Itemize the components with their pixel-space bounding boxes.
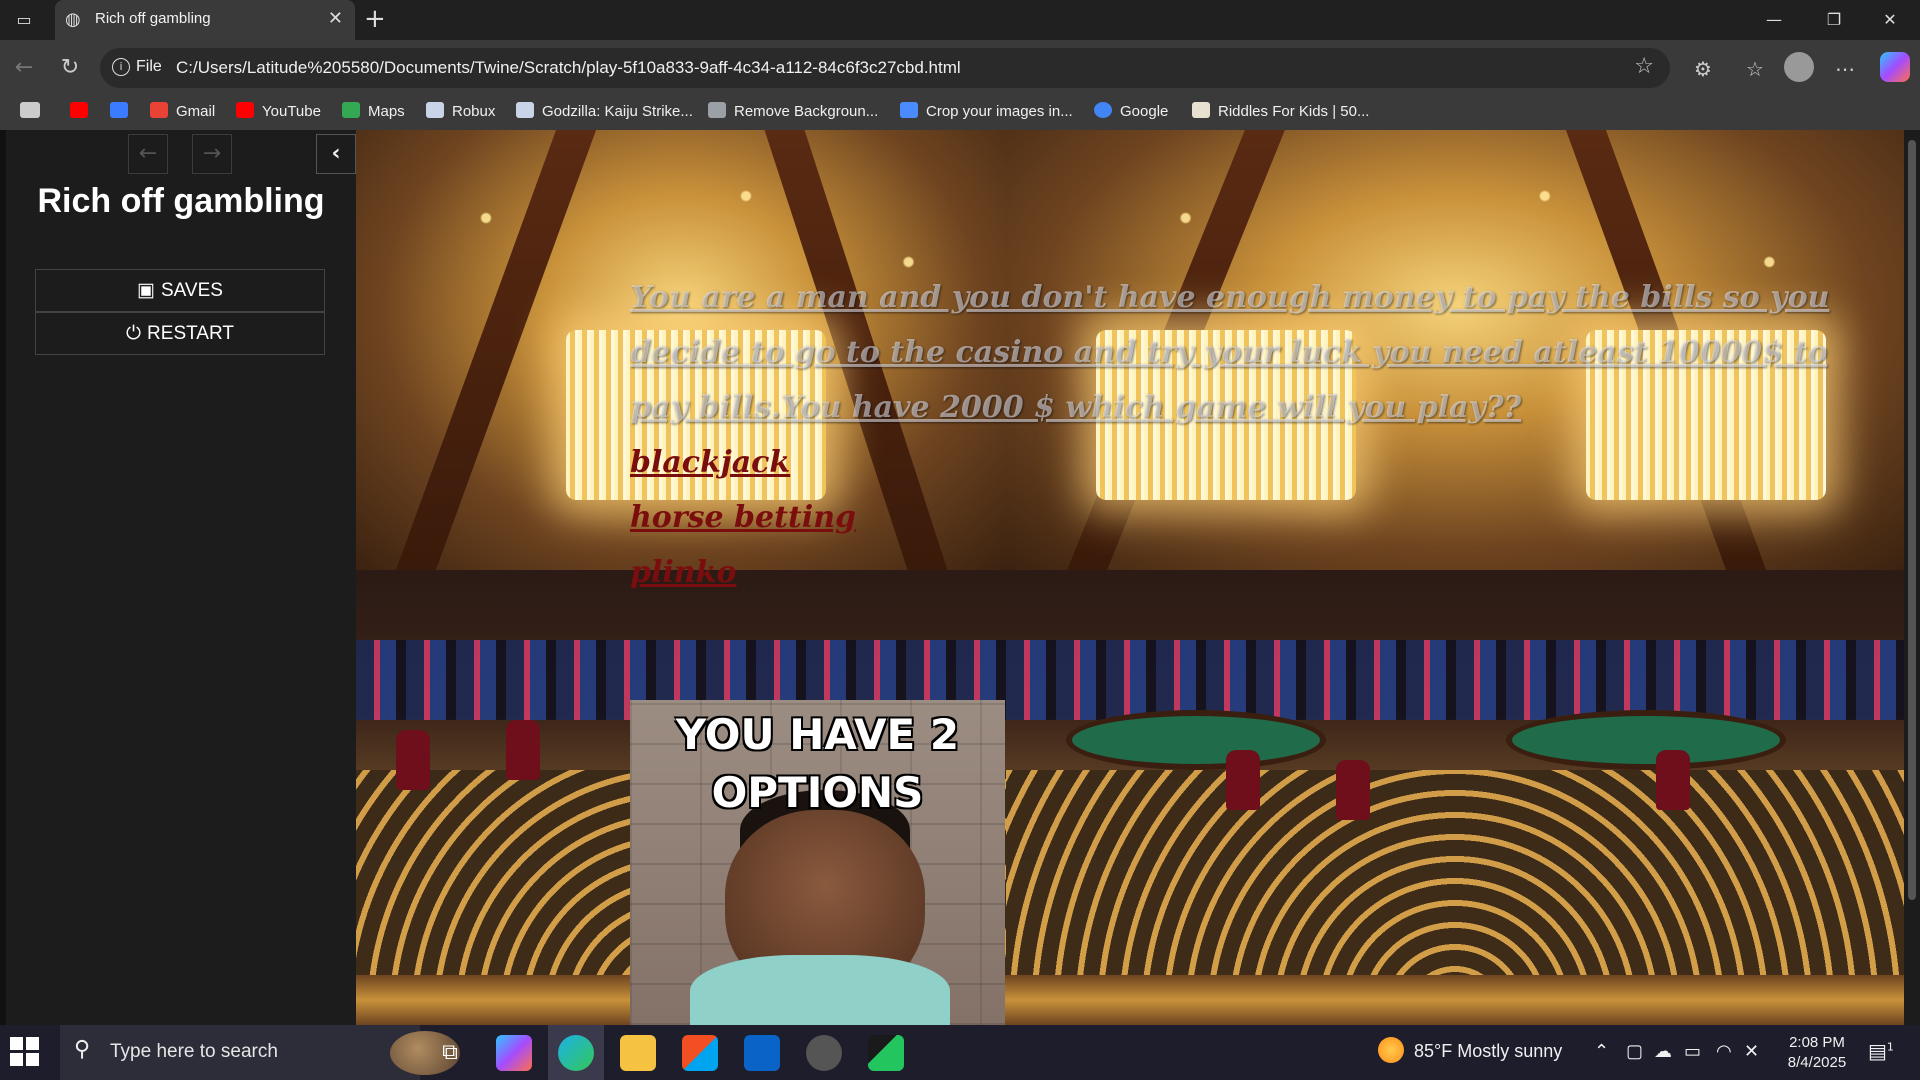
crop-icon [900,102,918,118]
bookmark-youtube[interactable]: YouTube [236,102,321,124]
twine-app-icon[interactable] [868,1035,904,1071]
game-app-icon[interactable] [806,1035,842,1071]
story-passage: You are a man and you don't have enough … [630,270,1830,600]
bookmark-robux[interactable]: Robux [426,102,495,124]
copilot-icon[interactable] [1880,52,1910,82]
wifi-icon[interactable]: ◠ [1716,1041,1732,1062]
choice-link-blackjack[interactable]: blackjack [630,435,1830,490]
history-forward-button[interactable]: → [192,134,232,174]
show-hidden-icons-icon[interactable]: ⌃ [1594,1041,1609,1062]
address-bar[interactable]: i File C:/Users/Latitude%205580/Document… [100,48,1670,88]
address-scheme: File [136,58,162,75]
gmail-icon [150,102,168,118]
choice-link-plinko[interactable]: plinko [630,545,1830,600]
refresh-icon[interactable]: ↻ [54,52,86,84]
tab-title: Rich off gambling [95,10,211,27]
restore-icon[interactable]: ❐ [1814,6,1854,34]
casino-photo-bottom-strip [356,975,1904,1025]
task-view-icon[interactable]: ⧉ [432,1035,468,1071]
bookmark-crop-images[interactable]: Crop your images in... [900,102,1073,124]
youtube-icon [236,102,254,118]
meme-caption: YOU HAVE 2 OPTIONS [675,710,960,817]
microsoft-store-icon[interactable] [682,1035,718,1071]
new-tab-icon[interactable]: + [364,4,386,34]
tab-actions-icon[interactable]: ▭ [10,8,38,32]
window-close-icon[interactable]: ✕ [1870,6,1910,34]
file-explorer-icon[interactable] [620,1035,656,1071]
maps-icon [342,102,360,118]
roblox-shortcut-icon[interactable] [110,102,136,124]
bookmark-riddles[interactable]: Riddles For Kids | 50... [1192,102,1369,124]
address-url[interactable]: C:/Users/Latitude%205580/Documents/Twine… [176,58,961,78]
remove-bg-icon [708,102,726,118]
weather-sun-icon[interactable] [1378,1037,1404,1063]
power-icon: ⏻ [126,323,142,344]
story-title: Rich off gambling [37,182,325,220]
browser-tab-bar: ▭ ◍ Rich off gambling ✕ + — ❐ ✕ [0,0,1920,40]
scrollbar-thumb[interactable] [1908,140,1916,900]
bookmark-gmail[interactable]: Gmail [150,102,215,124]
bookmark-google[interactable]: Google [1094,102,1168,124]
minimize-icon[interactable]: — [1754,6,1794,34]
passage-text: You are a man and you don't have enough … [630,280,1830,425]
globe-icon: ◍ [65,9,81,30]
robux-icon [426,102,444,118]
bookmarks-menu-icon[interactable] [20,102,48,124]
close-tab-icon[interactable]: ✕ [328,8,343,29]
windows-taskbar: ⚲ Type here to search ⧉ 85°F Mostly sunn… [0,1025,1920,1080]
notification-center-icon[interactable]: ▤1 [1868,1039,1894,1063]
bookmark-godzilla[interactable]: Godzilla: Kaiju Strike... [516,102,693,124]
profile-avatar[interactable] [1784,52,1814,82]
back-icon[interactable]: ← [8,52,40,84]
extensions-icon[interactable]: ⚙ [1688,54,1718,84]
favorite-star-icon[interactable]: ☆ [1634,54,1654,79]
copilot-taskbar-icon[interactable] [496,1035,532,1071]
search-placeholder: Type here to search [110,1041,278,1062]
story-sidebar: ← → ‹ Rich off gambling ▣ SAVES ⏻ RESTART [6,130,356,1025]
bookmarks-bar: Gmail YouTube Maps Robux Godzilla: Kaiju… [0,96,1920,130]
restart-button[interactable]: ⏻ RESTART [35,312,325,355]
riddles-icon [1192,102,1210,118]
browser-toolbar: ← ↻ i File C:/Users/Latitude%205580/Docu… [0,40,1920,96]
taskbar-search-box[interactable]: ⚲ Type here to search [60,1025,460,1080]
meme-image: YOU HAVE 2 OPTIONS [630,700,1005,1025]
page-scrollbar[interactable] [1904,130,1920,1025]
search-icon: ⚲ [74,1037,91,1062]
google-icon [1094,102,1112,118]
notification-count: 1 [1886,1040,1894,1054]
windows-start-icon[interactable] [10,1037,40,1067]
history-back-button[interactable]: ← [128,134,168,174]
godzilla-icon [516,102,534,118]
more-options-icon[interactable]: ⋯ [1830,54,1860,84]
meet-now-icon[interactable]: ▢ [1626,1041,1643,1062]
choice-link-horse-betting[interactable]: horse betting [630,490,1830,545]
edge-browser-icon[interactable] [558,1035,594,1071]
onedrive-icon[interactable]: ☁ [1654,1041,1672,1062]
battery-icon[interactable]: ▭ [1684,1041,1701,1062]
sidebar-stow-button[interactable]: ‹ [316,134,356,174]
saves-button[interactable]: ▣ SAVES [35,269,325,312]
bookmark-remove-background[interactable]: Remove Backgroun... [708,102,878,124]
favorites-icon[interactable]: ☆ [1740,54,1770,84]
outlook-icon[interactable] [744,1035,780,1071]
info-icon[interactable]: i [112,58,130,76]
floppy-disk-icon: ▣ [137,280,155,301]
page-viewport: ← → ‹ Rich off gambling ▣ SAVES ⏻ RESTART [0,130,1920,1025]
bookmark-maps[interactable]: Maps [342,102,405,124]
youtube-shortcut-icon[interactable] [70,102,96,124]
browser-tab[interactable]: ◍ Rich off gambling ✕ [55,0,355,40]
volume-muted-icon[interactable]: ✕ [1744,1041,1759,1062]
weather-text[interactable]: 85°F Mostly sunny [1414,1041,1562,1062]
taskbar-clock[interactable]: 2:08 PM 8/4/2025 [1772,1033,1862,1073]
